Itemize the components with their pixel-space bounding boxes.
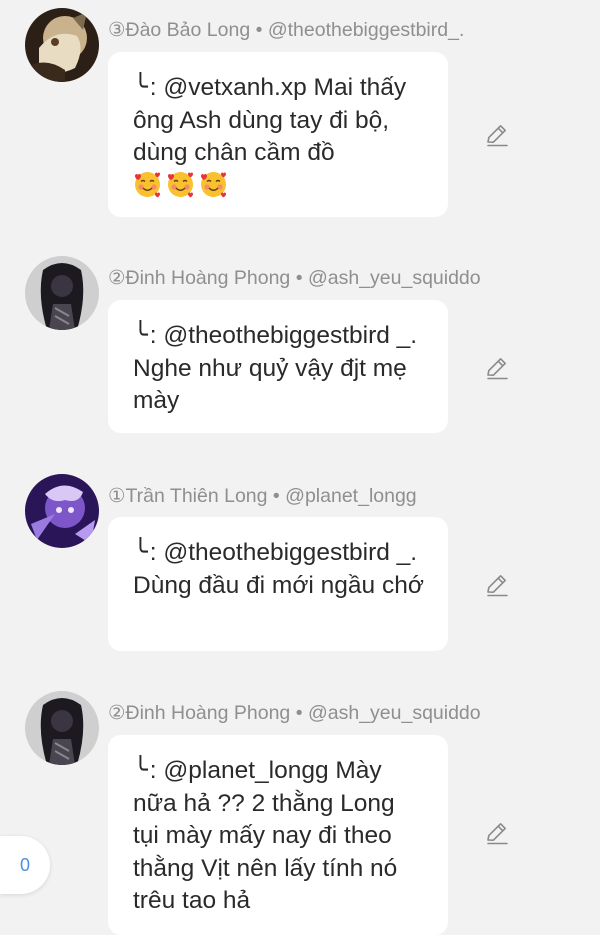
reply-arrow-icon: ╰ [133, 74, 148, 101]
pencil-icon[interactable] [484, 571, 510, 597]
comment-meta: ②Đinh Hoàng Phong • @ash_yeu_squiddo [108, 702, 481, 724]
comment-meta: ③Đào Bảo Long • @theothebiggestbird_. [108, 19, 465, 41]
comment-text: ╰: @theothebiggestbird _. Dùng đầu đi mớ… [133, 539, 424, 599]
pencil-icon[interactable] [484, 354, 510, 380]
counter-value: 0 [19, 854, 30, 875]
author-handle[interactable]: @ash_yeu_squiddo [308, 267, 481, 289]
smiling-face-with-hearts-icon [134, 170, 161, 198]
pencil-icon[interactable] [484, 819, 510, 845]
avatar-purple-character-icon[interactable] [25, 474, 99, 548]
comment-meta: ①Trần Thiên Long • @planet_longg [108, 485, 417, 507]
comment-text: ╰: @planet_longg Mày nữa hả ?? 2 thằng L… [133, 757, 398, 914]
reaction-counter[interactable]: 0 [0, 836, 50, 894]
author-name[interactable]: ②Đinh Hoàng Phong [108, 702, 290, 724]
comment-bubble: ╰: @theothebiggestbird _. Nghe như quỷ v… [108, 300, 448, 433]
avatar-dark-character-icon[interactable] [25, 691, 99, 765]
comment-text: ╰: @theothebiggestbird _. Nghe như quỷ v… [133, 322, 418, 414]
reply-arrow-icon: ╰ [133, 757, 148, 784]
avatar-dark-character-icon[interactable] [25, 256, 99, 330]
author-handle[interactable]: @theothebiggestbird_. [268, 19, 465, 41]
author-handle[interactable]: @planet_longg [285, 485, 416, 507]
comment-text: ╰: @vetxanh.xp Mai thấy ông Ash dùng tay… [133, 72, 426, 203]
avatar-light-character-icon[interactable] [25, 8, 99, 82]
reply-arrow-icon: ╰ [133, 539, 148, 566]
author-name[interactable]: ①Trần Thiên Long [108, 485, 268, 507]
comment-bubble: ╰: @planet_longg Mày nữa hả ?? 2 thằng L… [108, 735, 448, 935]
author-name[interactable]: ③Đào Bảo Long [108, 19, 250, 41]
comment-bubble: ╰: @vetxanh.xp Mai thấy ông Ash dùng tay… [108, 52, 448, 217]
author-handle[interactable]: @ash_yeu_squiddo [308, 702, 481, 724]
pencil-icon[interactable] [484, 121, 510, 147]
author-name[interactable]: ②Đinh Hoàng Phong [108, 267, 290, 289]
comment-bubble: ╰: @theothebiggestbird _. Dùng đầu đi mớ… [108, 517, 448, 651]
smiling-face-with-hearts-icon [167, 170, 194, 198]
reply-arrow-icon: ╰ [133, 322, 148, 349]
comment-meta: ②Đinh Hoàng Phong • @ash_yeu_squiddo [108, 267, 481, 289]
smiling-face-with-hearts-icon [200, 170, 227, 198]
